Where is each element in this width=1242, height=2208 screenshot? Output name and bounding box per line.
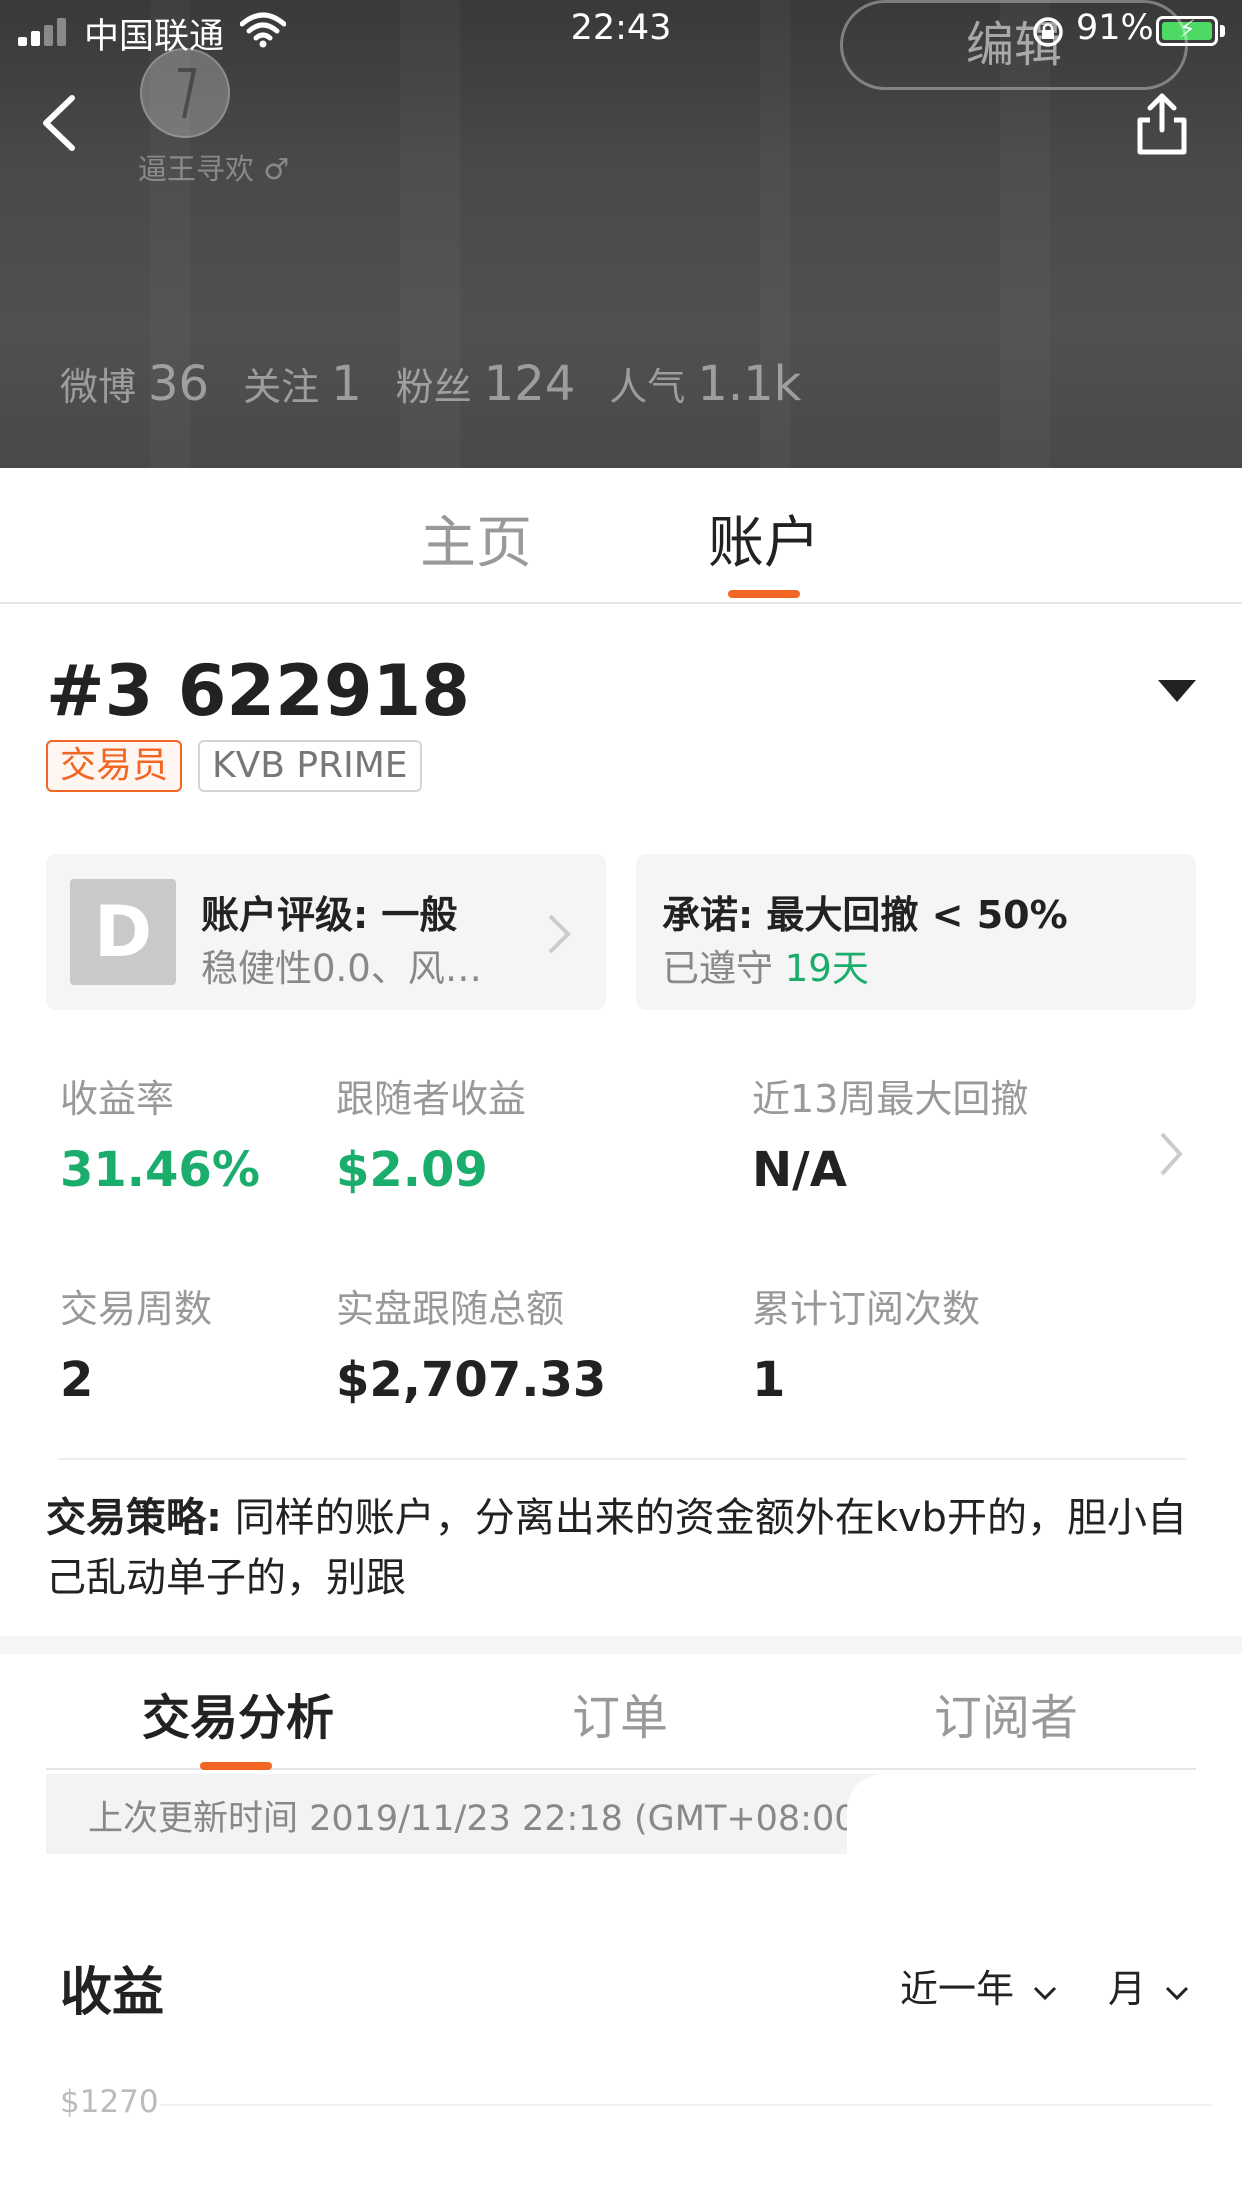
active-subtab-indicator bbox=[200, 1762, 272, 1770]
avatar[interactable] bbox=[140, 48, 230, 138]
chart-grid-line bbox=[160, 2104, 1212, 2106]
trader-badge: 交易员 bbox=[46, 740, 183, 792]
last-update-bar: 上次更新时间 2019/11/23 22:18 (GMT+08:00) bbox=[46, 1774, 882, 1854]
total-subscriptions-label: 累计订阅次数 bbox=[752, 1287, 981, 1331]
live-follow-total-label: 实盘跟随总额 bbox=[336, 1287, 565, 1331]
account-id: #3 622918 bbox=[46, 650, 470, 732]
chart-y-axis-label: $1270 bbox=[60, 2084, 159, 2120]
battery-tip bbox=[1220, 25, 1225, 37]
promise-status: 已遵守 19天 bbox=[662, 947, 869, 990]
period-select[interactable]: 月 bbox=[1108, 1958, 1190, 2013]
promise-title: 承诺: 最大回撤 < 50% bbox=[662, 893, 1068, 937]
trading-strategy: 交易策略: 同样的账户，分离出来的资金额外在kvb开的，胆小自己乱动单子的，别跟 bbox=[46, 1488, 1206, 1608]
main-tabs: 主页 账户 bbox=[0, 468, 1242, 604]
stat-following-value[interactable]: 1 bbox=[331, 356, 362, 412]
stat-weibo-value[interactable]: 36 bbox=[148, 356, 209, 412]
follower-profit-value: $2.09 bbox=[336, 1142, 488, 1198]
return-rate-value: 31.46% bbox=[60, 1142, 260, 1198]
avatar-image bbox=[178, 68, 197, 119]
stat-popularity-value: 1.1k bbox=[697, 356, 802, 412]
tab-trade-analysis[interactable]: 交易分析 bbox=[142, 1678, 334, 1748]
trade-weeks-label: 交易周数 bbox=[60, 1287, 213, 1331]
rating-title: 账户评级: 一般 bbox=[201, 893, 458, 937]
chevron-down-icon bbox=[1034, 1986, 1057, 2001]
account-rating-card[interactable]: D 账户评级: 一般 稳健性0.0、风… bbox=[46, 854, 606, 1010]
stat-fans-value[interactable]: 124 bbox=[484, 356, 576, 412]
income-section-title: 收益 bbox=[60, 1963, 165, 2023]
edit-profile-button[interactable]: 编辑 bbox=[840, 0, 1188, 90]
return-rate-label: 收益率 bbox=[60, 1077, 175, 1121]
promise-kept-days: 19天 bbox=[784, 947, 869, 990]
active-tab-indicator bbox=[728, 590, 800, 598]
tab-home[interactable]: 主页 bbox=[420, 498, 532, 579]
back-arrow-icon[interactable] bbox=[36, 88, 86, 158]
strategy-label: 交易策略: bbox=[46, 1495, 222, 1541]
username: 逼王寻欢 ♂ bbox=[138, 152, 290, 186]
profile-header: 中国联通 22:43 91% ⚡ 编辑 逼王寻欢 ♂ 微博 36 关注 1 粉丝… bbox=[0, 0, 1242, 468]
time-range-select[interactable]: 近一年 bbox=[900, 1958, 1058, 2013]
section-divider bbox=[58, 1458, 1186, 1460]
profile-stats: 微博 36 关注 1 粉丝 124 人气 1.1k bbox=[60, 356, 835, 412]
total-subscriptions-value: 1 bbox=[752, 1352, 786, 1408]
tab-subscribers[interactable]: 订阅者 bbox=[934, 1678, 1078, 1748]
account-dropdown-caret-icon[interactable] bbox=[1158, 680, 1196, 702]
gender-male-icon: ♂ bbox=[263, 152, 290, 186]
tab-account[interactable]: 账户 bbox=[708, 498, 820, 579]
max-drawdown-label: 近13周最大回撤 bbox=[752, 1077, 1029, 1121]
broker-badge: KVB PRIME bbox=[198, 740, 422, 792]
chevron-down-icon bbox=[1166, 1986, 1189, 2001]
share-icon[interactable] bbox=[1132, 88, 1192, 158]
rating-grade: D bbox=[70, 879, 176, 985]
trade-weeks-value: 2 bbox=[60, 1352, 94, 1408]
tab-orders[interactable]: 订单 bbox=[572, 1678, 668, 1748]
max-drawdown-value: N/A bbox=[752, 1142, 847, 1198]
live-follow-total-value: $2,707.33 bbox=[336, 1352, 607, 1408]
stat-popularity-label: 人气 bbox=[609, 365, 686, 409]
metrics-chevron-right-icon[interactable] bbox=[1158, 1130, 1184, 1178]
section-gap bbox=[0, 1636, 1242, 1654]
stat-fans-label: 粉丝 bbox=[395, 365, 472, 409]
stat-weibo-label: 微博 bbox=[60, 365, 137, 409]
last-update-text: 上次更新时间 2019/11/23 22:18 (GMT+08:00) bbox=[88, 1799, 871, 1839]
follower-profit-label: 跟随者收益 bbox=[336, 1077, 527, 1121]
chevron-right-icon bbox=[548, 914, 571, 954]
promise-card: 承诺: 最大回撤 < 50% 已遵守 19天 bbox=[636, 854, 1196, 1010]
stat-following-label: 关注 bbox=[243, 365, 320, 409]
rating-subtitle: 稳健性0.0、风… bbox=[201, 947, 482, 990]
